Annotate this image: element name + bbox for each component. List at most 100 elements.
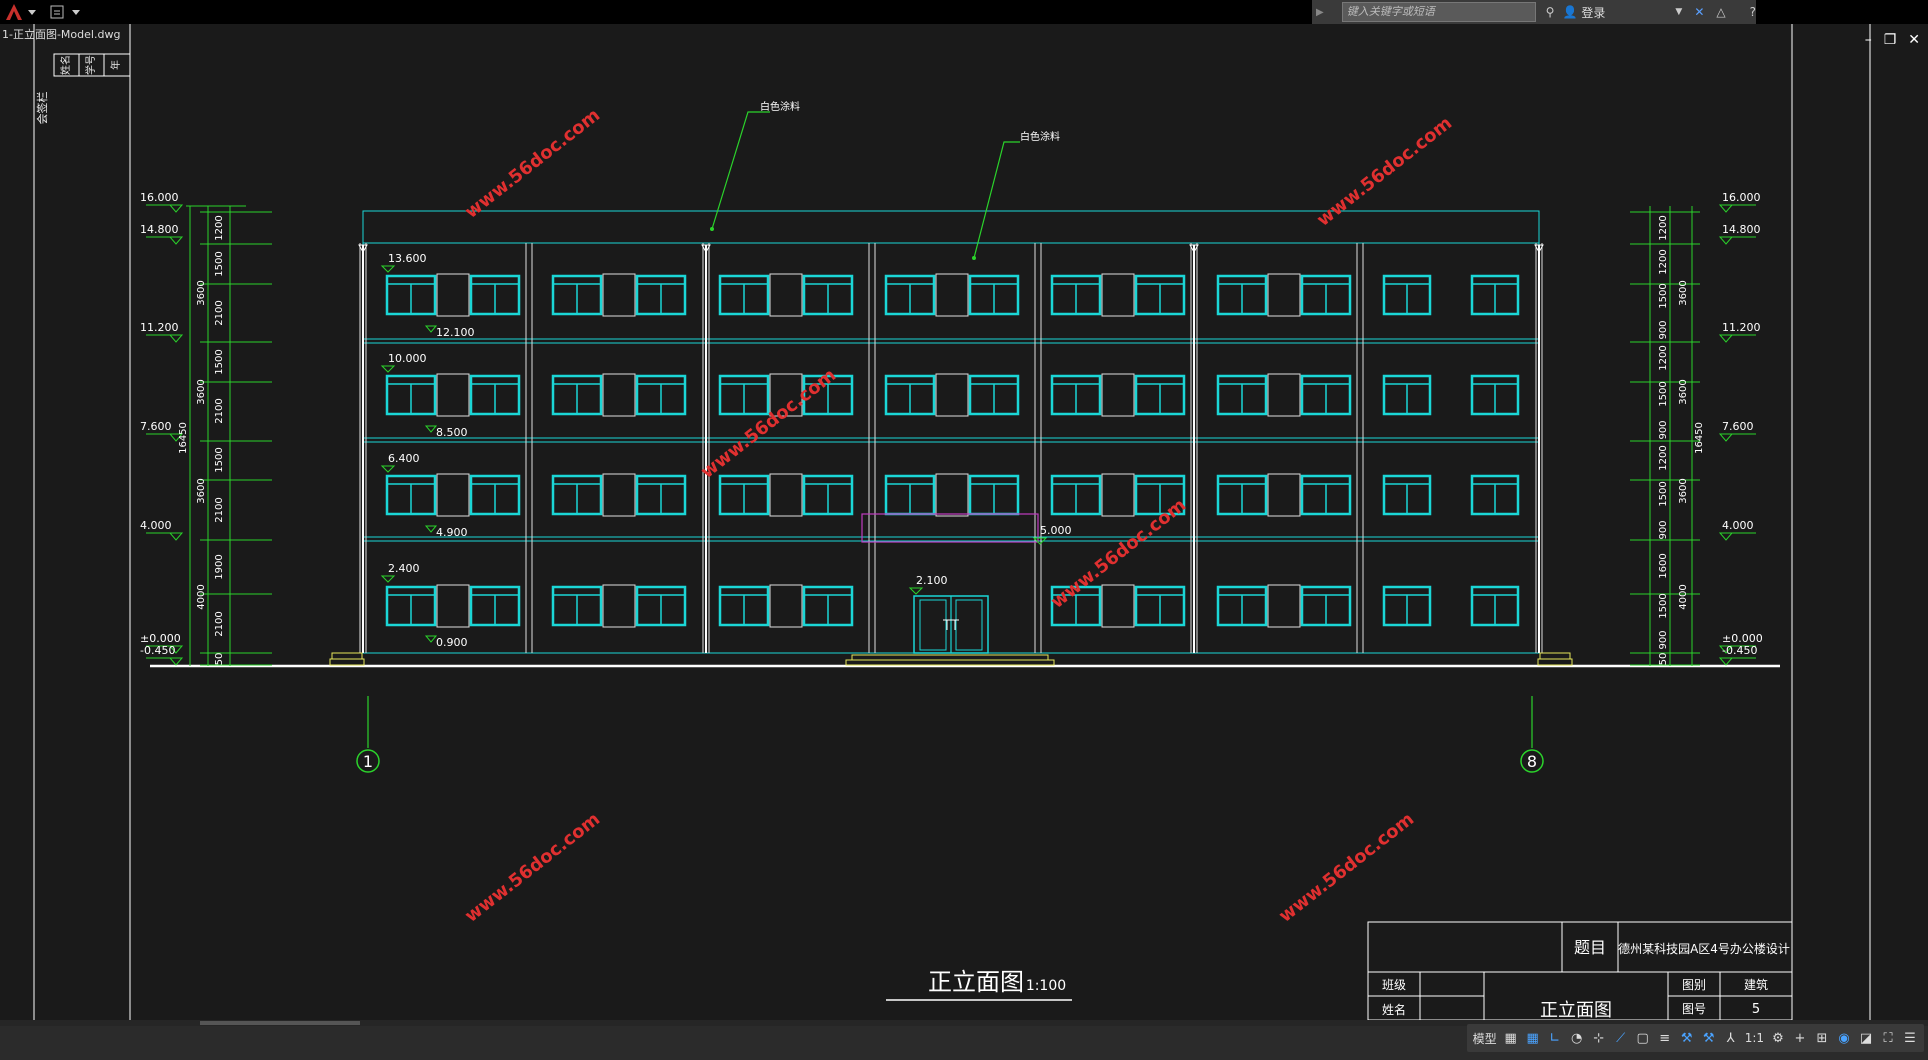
hardware-accel-icon[interactable]: ◪ (1858, 1030, 1874, 1046)
autoscale-icon[interactable]: ⚒ (1701, 1030, 1717, 1046)
dim-left-inner: 2100 (214, 300, 225, 325)
step (1537, 658, 1573, 666)
annotation-visibility-icon[interactable]: ⚒ (1679, 1030, 1695, 1046)
side-table-name: 姓名 (59, 55, 72, 75)
otrack-icon[interactable]: ⟋ (1613, 1030, 1629, 1046)
door-leaf (919, 599, 947, 651)
window-panel (602, 473, 636, 517)
floor-mark-0: 13.600 (388, 252, 427, 265)
level-marker (424, 635, 438, 643)
level-marker (380, 465, 396, 473)
elevation-marker (1718, 532, 1734, 541)
window-panel (436, 473, 470, 517)
elevation-label-1: 14.800 (140, 223, 179, 236)
dim-left-inner: 1200 (214, 215, 225, 240)
window (718, 474, 770, 516)
elevation-label-3: 7.600 (140, 420, 172, 433)
window-panel (769, 473, 803, 517)
scrollbar-thumb[interactable] (200, 1021, 360, 1025)
app-menu-button[interactable] (4, 2, 38, 22)
side-table-id: 学号 (84, 55, 97, 75)
dim-right-inner: 1200 (1658, 249, 1669, 274)
window (1470, 374, 1520, 416)
window-panel (1267, 373, 1301, 417)
expand-arrow-icon[interactable]: ▶ (1316, 7, 1324, 18)
floor-mark-6: 2.400 (388, 562, 420, 575)
window (884, 374, 936, 416)
paint-note-1: 白色涂料 (760, 100, 800, 113)
window (635, 474, 687, 516)
window (551, 474, 603, 516)
elevation-marker (1718, 433, 1734, 442)
window (968, 474, 1020, 516)
settings-icon[interactable]: ⚙ (1770, 1030, 1786, 1046)
snap-icon[interactable]: ▦ (1525, 1030, 1541, 1046)
isolate-icon[interactable]: ◉ (1836, 1030, 1852, 1046)
annotation-scale-icon[interactable]: ⅄ (1723, 1030, 1739, 1046)
window (1216, 274, 1268, 316)
window-panel (602, 273, 636, 317)
binoculars-icon[interactable]: ⚲ (1546, 5, 1555, 19)
search-area: ▶ 键入关键字或短语 ⚲ 👤 登录 ▼ ✕ △ ? (1312, 0, 1756, 24)
window-panel (1267, 584, 1301, 628)
window (1300, 474, 1352, 516)
window (718, 274, 770, 316)
window-panel (602, 584, 636, 628)
window-panel (602, 373, 636, 417)
dim-right-inner: 1500 (1658, 593, 1669, 618)
window (1382, 585, 1432, 627)
dim-total-height-left: 16450 (178, 422, 189, 454)
customize-icon[interactable]: ☰ (1902, 1030, 1918, 1046)
exchange-icon[interactable]: ✕ (1694, 5, 1704, 19)
login-dropdown-icon[interactable]: ▼ (1675, 7, 1682, 17)
model-space-button[interactable]: 模型 (1473, 1030, 1497, 1047)
dim-left-inner: 1500 (214, 349, 225, 374)
title-bar: ▶ 键入关键字或短语 ⚲ 👤 登录 ▼ ✕ △ ? (0, 0, 1928, 24)
paint-note-leaders (710, 111, 1020, 260)
building-elevation (150, 210, 1780, 668)
plus-icon[interactable]: + (1792, 1030, 1808, 1046)
quick-access-toolbar[interactable] (46, 2, 86, 22)
window (469, 585, 521, 627)
lineweight-icon[interactable]: ≡ (1657, 1030, 1673, 1046)
dim-right-inner: 900 (1658, 520, 1669, 539)
search-input[interactable]: 键入关键字或短语 (1341, 2, 1536, 22)
a360-icon[interactable]: △ (1716, 5, 1725, 19)
window (1470, 474, 1520, 516)
polar-icon[interactable]: ◔ (1569, 1030, 1585, 1046)
side-table: 姓名 学号 年 (53, 53, 131, 77)
clean-screen-icon[interactable]: ⛶ (1880, 1030, 1896, 1046)
floor-mark-1: 12.100 (436, 326, 475, 339)
window (1050, 274, 1102, 316)
ortho-icon[interactable]: ∟ (1547, 1030, 1563, 1046)
help-icon[interactable]: ? (1750, 5, 1756, 19)
window (635, 374, 687, 416)
dim-left-outer: 3600 (196, 379, 207, 404)
tb-number-label: 图号 (1682, 1002, 1706, 1016)
dim-right-inner: 1500 (1658, 283, 1669, 308)
grid-icon[interactable]: ▦ (1503, 1030, 1519, 1046)
window (469, 374, 521, 416)
dim-right-inner: 1200 (1658, 445, 1669, 470)
drawing-canvas[interactable]: 姓名 学号 年 会签栏 16.000 14.800 11.200 7.600 4.000… (0, 24, 1928, 1020)
window-panel (1101, 473, 1135, 517)
login-button[interactable]: 登录 (1581, 4, 1605, 21)
watermark-text: www.56doc.com (1275, 809, 1418, 927)
dynamic-ucs-icon[interactable]: ▢ (1635, 1030, 1651, 1046)
window (884, 274, 936, 316)
tb-number-value: 5 (1752, 1002, 1760, 1017)
window (718, 585, 770, 627)
window-panel (436, 584, 470, 628)
dim-total-height-right: 16450 (1694, 422, 1705, 454)
dim-right-inner: 1600 (1658, 553, 1669, 578)
window (385, 274, 437, 316)
scale-dropdown[interactable]: 1:1 (1745, 1031, 1764, 1045)
dim-left-inner: 50 (214, 653, 225, 666)
elevation-marker (1718, 236, 1734, 245)
dim-left-inner: 1500 (214, 251, 225, 276)
window-panel (935, 473, 969, 517)
window (1050, 474, 1102, 516)
osnap-icon[interactable]: ⊹ (1591, 1030, 1607, 1046)
workspace-icon[interactable]: ⊞ (1814, 1030, 1830, 1046)
window (802, 585, 854, 627)
